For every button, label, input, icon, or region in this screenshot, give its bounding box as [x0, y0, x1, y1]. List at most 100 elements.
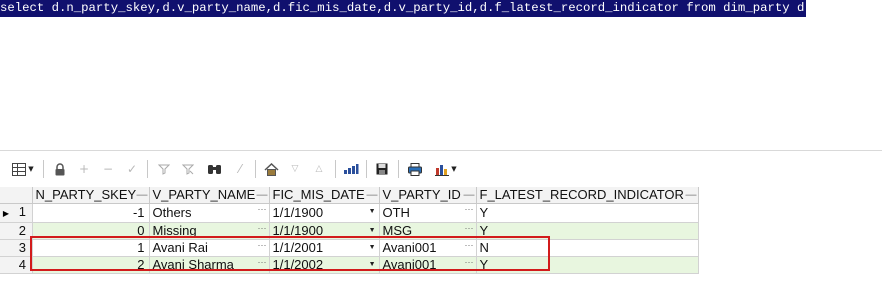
ellipsis-icon[interactable]: ···: [258, 257, 267, 271]
cell-v-party-name[interactable]: Others ···: [149, 203, 270, 223]
cell-fic-mis-date[interactable]: 1/1/2001 ▼: [269, 239, 380, 257]
sql-query-text[interactable]: select d.n_party_skey,d.v_party_name,d.f…: [0, 0, 807, 17]
column-resize-handle[interactable]: —: [464, 187, 475, 203]
table-row[interactable]: 2 0 Missing ··· 1/1/1900 ▼ MSG ··· Y: [0, 222, 699, 240]
toolbar-separator: [43, 160, 44, 178]
cell-n-party-skey[interactable]: 2: [32, 256, 150, 274]
column-header-f-latest-record-indicator[interactable]: F_LATEST_RECORD_INDICATOR —: [476, 187, 699, 204]
delete-row-icon: −: [102, 162, 114, 176]
cell-n-party-skey[interactable]: -1: [32, 203, 150, 223]
ellipsis-icon[interactable]: ···: [258, 204, 267, 218]
cell-f-latest-record-indicator[interactable]: Y: [476, 222, 699, 240]
save-button[interactable]: [374, 161, 390, 177]
cell-fic-mis-date[interactable]: 1/1/1900 ▼: [269, 203, 380, 223]
cell-v-party-name[interactable]: Missing ···: [149, 222, 270, 240]
cell-text: Others: [152, 205, 192, 220]
print-button[interactable]: [406, 161, 424, 177]
cell-v-party-id[interactable]: OTH ···: [379, 203, 477, 223]
table-row[interactable]: 4 2 Avani Sharma ··· 1/1/2002 ▼ Avani001 ··…: [0, 256, 699, 274]
toolbar-separator: [335, 160, 336, 178]
row-indicator-header: [0, 187, 33, 204]
clear-button[interactable]: ⁄: [232, 161, 248, 177]
row-number-cell[interactable]: ▶ 1: [0, 203, 33, 223]
ellipsis-icon[interactable]: ···: [465, 204, 474, 218]
table-row[interactable]: ▶ 1 -1 Others ··· 1/1/1900 ▼ OTH ··· Y: [0, 203, 699, 223]
post-checkmark-icon: ✓: [126, 162, 138, 176]
chevron-down-icon[interactable]: ▼: [369, 204, 376, 220]
cell-text: Avani001: [382, 240, 437, 255]
row-number-cell[interactable]: 4: [0, 256, 33, 274]
lock-button[interactable]: [52, 161, 68, 177]
clear-icon: ⁄: [238, 162, 241, 176]
column-header-label: N_PARTY_SKEY: [35, 187, 137, 202]
column-resize-handle[interactable]: —: [257, 187, 268, 203]
ellipsis-icon[interactable]: ···: [465, 223, 474, 237]
row-number-cell[interactable]: 3: [0, 239, 33, 257]
column-header-fic-mis-date[interactable]: FIC_MIS_DATE —: [269, 187, 380, 204]
find-button[interactable]: [205, 161, 223, 177]
cell-f-latest-record-indicator[interactable]: N: [476, 239, 699, 257]
column-header-v-party-name[interactable]: V_PARTY_NAME —: [149, 187, 270, 204]
cell-text: Missing: [152, 223, 197, 238]
delete-row-button[interactable]: −: [100, 161, 116, 177]
column-resize-handle[interactable]: —: [686, 187, 697, 203]
cell-text: MSG: [382, 223, 413, 238]
home-button[interactable]: [262, 161, 280, 177]
prior-button[interactable]: ▽: [287, 161, 303, 177]
filter-icon: [158, 164, 170, 175]
save-icon: [376, 163, 388, 175]
cell-v-party-id[interactable]: MSG ···: [379, 222, 477, 240]
cell-text: Avani Rai: [152, 240, 208, 255]
clear-filter-icon: [182, 164, 194, 175]
ellipsis-icon[interactable]: ···: [465, 257, 474, 271]
post-button[interactable]: ✓: [124, 161, 140, 177]
chart-button[interactable]: ▼: [431, 161, 461, 177]
lock-icon: [55, 162, 65, 175]
current-row-arrow-icon: ▶: [2, 209, 10, 218]
cell-text: Avani Sharma: [152, 257, 234, 272]
toolbar-separator: [255, 160, 256, 178]
cell-n-party-skey[interactable]: 0: [32, 222, 150, 240]
column-resize-handle[interactable]: —: [137, 187, 148, 203]
grid-menu-icon: [12, 162, 27, 176]
column-header-label: V_PARTY_ID: [382, 187, 461, 202]
row-number: 3: [18, 240, 26, 255]
column-resize-handle[interactable]: —: [367, 187, 378, 203]
refresh-icon: [344, 164, 359, 174]
table-row[interactable]: 3 1 Avani Rai ··· 1/1/2001 ▼ Avani001 ··· N: [0, 239, 699, 257]
column-header-n-party-skey[interactable]: N_PARTY_SKEY —: [32, 187, 150, 204]
cell-f-latest-record-indicator[interactable]: Y: [476, 256, 699, 274]
row-number: 4: [18, 257, 26, 272]
toolbar-separator: [398, 160, 399, 178]
cell-f-latest-record-indicator[interactable]: Y: [476, 203, 699, 223]
ellipsis-icon[interactable]: ···: [465, 240, 474, 254]
cell-v-party-name[interactable]: Avani Sharma ···: [149, 256, 270, 274]
refresh-button[interactable]: [342, 161, 360, 177]
filter-button[interactable]: [156, 161, 172, 177]
cell-text: 1/1/1900: [272, 223, 324, 238]
add-row-icon: +: [78, 162, 90, 176]
toolbar-separator: [366, 160, 367, 178]
row-number-cell[interactable]: 2: [0, 222, 33, 240]
cell-v-party-id[interactable]: Avani001 ···: [379, 256, 477, 274]
ellipsis-icon[interactable]: ···: [258, 240, 267, 254]
grid-menu-button[interactable]: ▼: [7, 161, 39, 177]
clear-filter-button[interactable]: [180, 161, 196, 177]
add-row-button[interactable]: +: [76, 161, 92, 177]
chevron-down-icon[interactable]: ▼: [369, 240, 376, 256]
cell-fic-mis-date[interactable]: 1/1/1900 ▼: [269, 222, 380, 240]
toolbar-separator: [147, 160, 148, 178]
chevron-down-icon[interactable]: ▼: [369, 223, 376, 239]
cell-n-party-skey[interactable]: 1: [32, 239, 150, 257]
cell-v-party-name[interactable]: Avani Rai ···: [149, 239, 270, 257]
column-header-v-party-id[interactable]: V_PARTY_ID —: [379, 187, 477, 204]
ellipsis-icon[interactable]: ···: [258, 223, 267, 237]
find-binoculars-icon: [207, 165, 221, 174]
cell-v-party-id[interactable]: Avani001 ···: [379, 239, 477, 257]
grid-header-row: N_PARTY_SKEY — V_PARTY_NAME — FIC_MIS_DA…: [0, 187, 699, 204]
prior-icon: ▽: [291, 164, 299, 174]
cell-fic-mis-date[interactable]: 1/1/2002 ▼: [269, 256, 380, 274]
chevron-down-icon[interactable]: ▼: [369, 257, 376, 273]
chevron-down-icon: ▼: [451, 165, 457, 173]
next-button[interactable]: △: [311, 161, 327, 177]
